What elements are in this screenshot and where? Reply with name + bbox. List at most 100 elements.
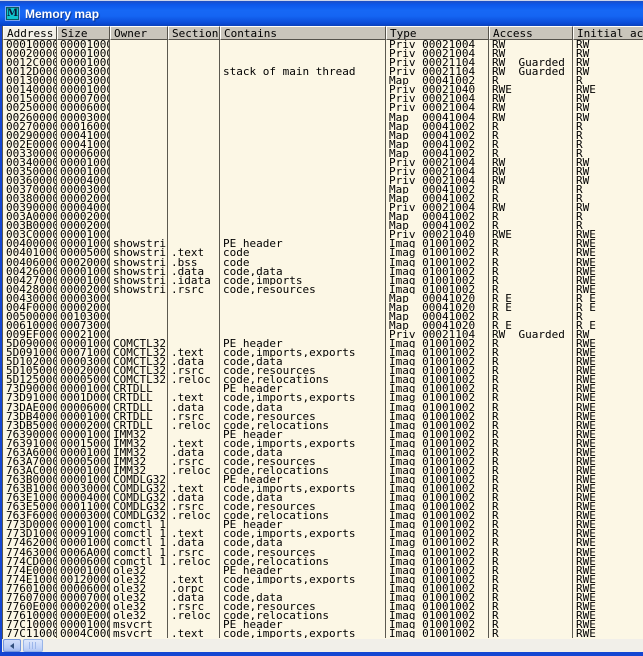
cell-address: 773D0000 (3, 520, 57, 529)
table-row[interactable]: 0015000000007000Priv 00021004RWRW (3, 94, 643, 103)
table-row[interactable]: 763E500000011000COMDLG32.rsrccode,resour… (3, 502, 643, 511)
table-row[interactable]: 763B100000030000COMDLG32.textcode,import… (3, 484, 643, 493)
column-header-size[interactable]: Size (57, 26, 110, 40)
cell-owner (110, 67, 168, 76)
table-row[interactable]: 7746200000001000comctl_1.datacode,dataIm… (3, 538, 643, 547)
table-row[interactable]: 0035000000001000Priv 00021004RWRW (3, 167, 643, 176)
table-row[interactable]: 774E100000120000ole32.textcode,imports,e… (3, 575, 643, 584)
cell-initial_access: R E (573, 303, 643, 312)
table-row[interactable]: 776100000000E000ole32.reloccode,relocati… (3, 611, 643, 620)
column-header-initial_access[interactable]: Initial acc (573, 26, 643, 40)
table-row[interactable]: 73D9000000001000CRTDLLPE headerImag 0100… (3, 384, 643, 393)
table-row[interactable]: 0027000000016000Map 00041002RR (3, 122, 643, 131)
cell-size: 0004C000 (57, 629, 110, 638)
table-row[interactable]: 0040000000001000showstriPE headerImag 01… (3, 239, 643, 248)
table-row[interactable]: 7760E00000002000ole32.rsrccode,resources… (3, 602, 643, 611)
column-header-type[interactable]: Type (386, 26, 489, 40)
table-row[interactable]: 5D10500000020000COMCTL32.rsrccode,resour… (3, 366, 643, 375)
table-row[interactable]: 0050000000103000Map 00041002RR (3, 312, 643, 321)
cell-address: 77C10000 (3, 620, 57, 629)
table-row[interactable]: 73D910000001D000CRTDLL.textcode,imports,… (3, 393, 643, 402)
table-row[interactable]: 009EF00000021000Priv 00021104RW GuardedR… (3, 330, 643, 339)
table-row[interactable]: 73DB400000001000CRTDLL.rsrccode,resource… (3, 412, 643, 421)
table-row[interactable]: 0012C00000001000Priv 00021104RW GuardedR… (3, 58, 643, 67)
table-row[interactable]: 0013000000003000Map 00041002RR (3, 76, 643, 85)
scrollbar-thumb[interactable] (23, 639, 43, 652)
table-row[interactable]: 774CD00000006000comctl_1.reloccode,reloc… (3, 557, 643, 566)
table-row[interactable]: 774630000006A000comctl_1.rsrccode,resour… (3, 548, 643, 557)
table-row[interactable]: 0034000000001000Priv 00021004RWRW (3, 158, 643, 167)
table-row[interactable]: 763E100000004000COMDLG32.datacode,dataIm… (3, 493, 643, 502)
table-row[interactable]: 5D12500000005000COMCTL32.reloccode,reloc… (3, 375, 643, 384)
table-row[interactable]: 0043000000003000Map 00041020R ER E (3, 294, 643, 303)
table-row[interactable]: 0036000000004000Priv 00021004RWRW (3, 176, 643, 185)
cell-initial_access: RWE (573, 357, 643, 366)
cell-type: Imag 01001002 (386, 629, 489, 638)
table-row[interactable]: 0038000000002000Map 00041002RR (3, 194, 643, 203)
window-title: Memory map (25, 8, 99, 20)
table-row[interactable]: 5D09000000001000COMCTL32PE headerImag 01… (3, 339, 643, 348)
table-row[interactable]: 0026000000003000Map 00041004RWRW (3, 113, 643, 122)
table-row[interactable]: 773D000000001000comctl_1PE headerImag 01… (3, 520, 643, 529)
table-row[interactable]: 5D09100000071000COMCTL32.textcode,import… (3, 348, 643, 357)
column-header-contains[interactable]: Contains (220, 26, 386, 40)
table-row[interactable]: 0037000000003000Map 00041002RR (3, 185, 643, 194)
cell-address: 7760E000 (3, 602, 57, 611)
horizontal-scrollbar[interactable] (2, 639, 643, 652)
table-row[interactable]: 7639000000001000IMM32PE headerImag 01001… (3, 430, 643, 439)
table-row[interactable]: 0033000000006000Map 00041002RR (3, 149, 643, 158)
cell-contains: PE header (220, 339, 386, 348)
table-row[interactable]: 73DAE00000006000CRTDLL.datacode,dataImag… (3, 403, 643, 412)
table-row[interactable]: 002E000000041000Map 00041002RR (3, 140, 643, 149)
titlebar[interactable]: M Memory map (0, 1, 643, 26)
column-header-access[interactable]: Access (489, 26, 573, 40)
table-row[interactable]: 0014000000001000Priv 00021040RWERWE (3, 85, 643, 94)
table-row[interactable]: 0002000000001000Priv 00021004RWRW (3, 49, 643, 58)
column-header-section[interactable]: Section (168, 26, 220, 40)
table-row[interactable]: 0042800000002000showstri.rsrccode,resour… (3, 285, 643, 294)
table-row[interactable]: 0012D00000003000stack of main threadPriv… (3, 67, 643, 76)
table-row[interactable]: 003C000000001000Priv 00021040RWERWE (3, 230, 643, 239)
table-row[interactable]: 77C1000000001000msvcrtPE headerImag 0100… (3, 620, 643, 629)
cell-initial_access: RWE (573, 548, 643, 557)
column-header-owner[interactable]: Owner (110, 26, 168, 40)
table-row[interactable]: 004F000000002000Map 00041020R ER E (3, 303, 643, 312)
scrollbar-track[interactable] (43, 639, 643, 652)
cell-owner: ole32 (110, 602, 168, 611)
table-row[interactable]: 73DB500000002000CRTDLL.reloccode,relocat… (3, 421, 643, 430)
table-row[interactable]: 773D100000091000comctl_1.textcode,import… (3, 529, 643, 538)
table-row[interactable]: 763A700000005000IMM32.rsrccode,resources… (3, 457, 643, 466)
cell-owner: comctl_1 (110, 538, 168, 547)
cell-address: 763A7000 (3, 457, 57, 466)
cell-contains: PE header (220, 475, 386, 484)
table-row[interactable]: 003B000000002000Map 00041002RR (3, 221, 643, 230)
column-header-address[interactable]: Address (3, 26, 57, 40)
cell-type: Imag 01001002 (386, 529, 489, 538)
table-row[interactable]: 0040600000020000showstri.bsscodeImag 010… (3, 258, 643, 267)
cell-owner: ole32 (110, 575, 168, 584)
cell-access: R (489, 511, 573, 520)
table-row[interactable]: 003A000000002000Map 00041002RR (3, 212, 643, 221)
table-row[interactable]: 7639100000015000IMM32.textcode,imports,e… (3, 439, 643, 448)
table-row[interactable]: 5D10200000003000COMCTL32.datacode,dataIm… (3, 357, 643, 366)
table-row[interactable]: 0061000000073000Map 00041020R ER E (3, 321, 643, 330)
cell-initial_access: RWE (573, 412, 643, 421)
table-row[interactable]: 7760700000007000ole32.datacode,dataImag … (3, 593, 643, 602)
table-row[interactable]: 7760100000006000ole32.orpccodeImag 01001… (3, 584, 643, 593)
table-row[interactable]: 774E000000001000ole32PE headerImag 01001… (3, 566, 643, 575)
scroll-left-button[interactable] (3, 639, 21, 652)
cell-contains: code,resources (220, 548, 386, 557)
table-row[interactable]: 0040100000005000showstri.textcodeImag 01… (3, 248, 643, 257)
table-row[interactable]: 763F600000003000COMDLG32.reloccode,reloc… (3, 511, 643, 520)
table-row[interactable]: 77C110000004C000msvcrt.textcode,imports,… (3, 629, 643, 638)
table-row[interactable]: 763B000000001000COMDLG32PE headerImag 01… (3, 475, 643, 484)
table-row[interactable]: 0042700000001000showstri.idatacode,impor… (3, 276, 643, 285)
table-row[interactable]: 0025000000006000Priv 00021004RWRW (3, 103, 643, 112)
table-row[interactable]: 763AC00000001000IMM32.reloccode,relocati… (3, 466, 643, 475)
table-row[interactable]: 0001000000001000Priv 00021004RWRW (3, 40, 643, 49)
table-row[interactable]: 763A600000001000IMM32.datacode,dataImag … (3, 448, 643, 457)
table-row[interactable]: 0029000000041000Map 00041002RR (3, 131, 643, 140)
table-row[interactable]: 0039000000004000Priv 00021004RWRW (3, 203, 643, 212)
table-row[interactable]: 0042600000001000showstri.datacode,dataIm… (3, 267, 643, 276)
cell-address: 77463000 (3, 548, 57, 557)
